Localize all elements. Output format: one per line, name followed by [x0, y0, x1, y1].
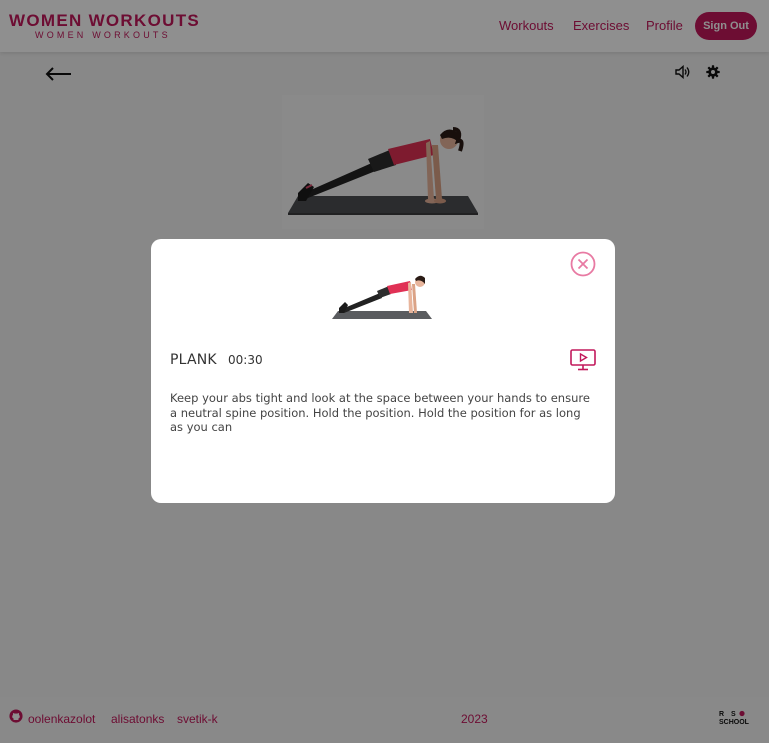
video-play-icon[interactable] — [570, 349, 596, 371]
exercise-description: Keep your abs tight and look at the spac… — [170, 391, 590, 435]
exercise-name: PLANK — [170, 352, 217, 368]
modal-exercise-image — [332, 271, 434, 323]
close-circle-icon[interactable] — [570, 251, 596, 277]
exercise-duration: 00:30 — [228, 353, 263, 367]
exercise-modal: PLANK 00:30 Keep your abs tight and look… — [151, 239, 615, 503]
